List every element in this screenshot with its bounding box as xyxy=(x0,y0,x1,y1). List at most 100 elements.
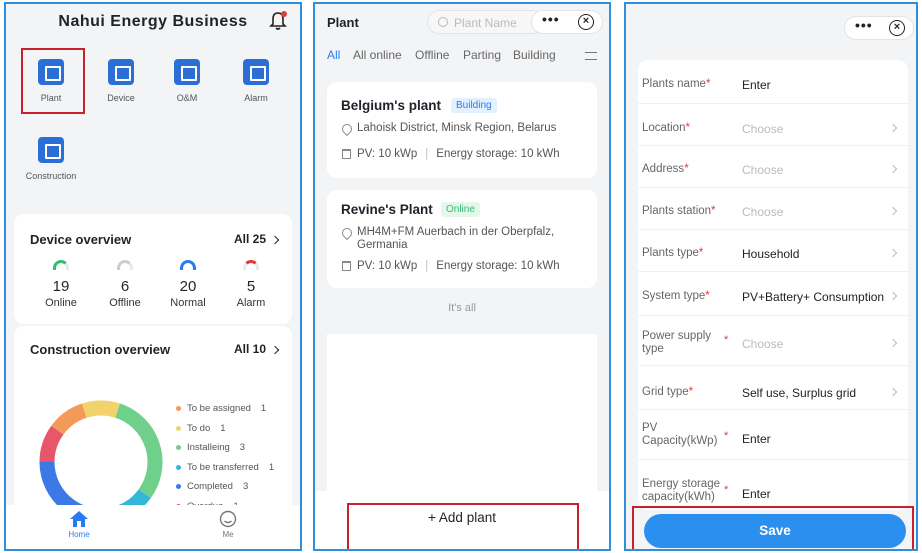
legend-dot-icon xyxy=(176,425,181,431)
power-supply-type-select[interactable]: Choose xyxy=(742,337,783,351)
plant-address: Lahoisk District, Minsk Region, Belarus xyxy=(357,122,557,134)
pv-capacity-input[interactable]: Enter xyxy=(742,432,771,446)
chevron-right-icon xyxy=(888,338,898,348)
capsule-menu: ••• × xyxy=(844,16,914,40)
field-address[interactable]: Address* Choose xyxy=(638,146,908,188)
filter-all[interactable]: All xyxy=(327,48,340,62)
plant-pv: PV: 10 kWp xyxy=(357,148,418,160)
plants-name-input[interactable]: Enter xyxy=(742,78,771,92)
filter-offline[interactable]: Offline xyxy=(415,48,449,62)
bell-icon[interactable] xyxy=(268,10,288,32)
page-title: Plant xyxy=(327,15,359,30)
form-header: ••• × xyxy=(626,4,916,54)
chevron-right-icon xyxy=(888,164,898,174)
field-plants-type[interactable]: Plants type* Household xyxy=(638,230,908,272)
close-icon[interactable]: × xyxy=(578,14,594,30)
chevron-right-icon xyxy=(888,291,898,301)
tab-me-label: Me xyxy=(222,530,234,539)
legend-item: Completed 3 xyxy=(176,477,274,497)
location-select[interactable]: Choose xyxy=(742,122,783,136)
om-icon xyxy=(174,59,200,85)
field-label: Grid type* xyxy=(642,386,694,398)
plant-capacity: PV: 10 kWp | Energy storage: 10 kWh xyxy=(357,260,560,272)
app-device[interactable]: Device xyxy=(91,59,151,103)
close-icon[interactable]: × xyxy=(889,20,905,36)
search-input[interactable]: Plant Name xyxy=(427,10,545,34)
field-pv-capacity[interactable]: PV Capacity(kWp) * Enter xyxy=(638,410,908,460)
alarm-gauge-icon xyxy=(243,260,259,270)
construction-icon xyxy=(38,137,64,163)
device-icon xyxy=(108,59,134,85)
field-label: PV Capacity(kWp) xyxy=(642,422,718,447)
chevron-right-icon[interactable] xyxy=(270,235,280,245)
field-label: System type* xyxy=(642,290,710,302)
chevron-right-icon[interactable] xyxy=(270,345,280,355)
stat-normal-value: 20 xyxy=(179,278,197,295)
plants-station-select[interactable]: Choose xyxy=(742,205,783,219)
app-construction[interactable]: Construction xyxy=(21,137,81,181)
tab-home[interactable]: Home xyxy=(54,510,104,539)
stat-online-label: Online xyxy=(45,297,77,309)
construction-legend: To be assigned 1 To do 1 Installeing 3 To b… xyxy=(176,399,274,516)
tab-me[interactable]: Me xyxy=(203,510,253,539)
capsule-menu: ••• × xyxy=(531,10,603,34)
filter-parting[interactable]: Parting xyxy=(463,48,501,62)
stat-offline: 6 Offline xyxy=(94,260,156,309)
list-blank-area xyxy=(327,334,597,494)
alarm-icon xyxy=(243,59,269,85)
app-om[interactable]: O&M xyxy=(157,59,217,103)
more-icon[interactable]: ••• xyxy=(855,17,873,33)
capacity-icon xyxy=(342,261,351,271)
location-pin-icon xyxy=(339,121,355,137)
plant-storage: Energy storage: 10 kWh xyxy=(436,260,560,272)
field-power-supply-type[interactable]: Power supply type * Choose xyxy=(638,316,908,366)
menu-icon[interactable] xyxy=(585,52,597,60)
plant-card[interactable]: Revine's Plant Online MH4M+FM Auerbach i… xyxy=(327,190,597,288)
home-icon xyxy=(70,511,88,527)
address-select[interactable]: Choose xyxy=(742,163,783,177)
field-label: Energy storage capacity(kWh) xyxy=(642,478,720,503)
plant-capacity: PV: 10 kWp | Energy storage: 10 kWh xyxy=(357,148,560,160)
field-energy-storage-capacity[interactable]: Energy storage capacity(kWh) * Enter xyxy=(638,460,908,510)
legend-label: To do xyxy=(187,422,211,434)
device-overview-all[interactable]: All 25 xyxy=(234,232,266,246)
plants-type-select[interactable]: Household xyxy=(742,247,799,261)
filter-all-online[interactable]: All online xyxy=(353,48,402,62)
capacity-icon xyxy=(342,149,351,159)
location-pin-icon xyxy=(339,225,355,241)
field-label: Plants type* xyxy=(642,247,704,259)
device-overview-card: Device overview All 25 19 Online 6 Offli… xyxy=(14,214,292,324)
field-system-type[interactable]: System type* PV+Battery+ Consumption xyxy=(638,272,908,316)
construction-overview-all[interactable]: All 10 xyxy=(234,342,266,356)
legend-count: 1 xyxy=(260,403,267,415)
tab-home-label: Home xyxy=(68,530,90,539)
plant-highlight xyxy=(21,48,85,114)
legend-label: To be transferred xyxy=(187,461,259,473)
plant-form: Plants name* Enter Location* Choose Addr… xyxy=(638,60,908,510)
app-construction-label: Construction xyxy=(25,171,77,181)
field-location[interactable]: Location* Choose xyxy=(638,104,908,146)
field-label: Location* xyxy=(642,122,690,134)
plant-form-screen: ••• × Plants name* Enter Location* Choos… xyxy=(624,2,918,551)
app-alarm[interactable]: Alarm xyxy=(226,59,286,103)
filter-building[interactable]: Building xyxy=(513,48,556,62)
plant-name: Revine's Plant xyxy=(341,202,433,217)
plant-card[interactable]: Belgium's plant Building Lahoisk Distric… xyxy=(327,82,597,178)
legend-label: Completed xyxy=(187,481,233,493)
more-icon[interactable]: ••• xyxy=(542,11,560,27)
energy-storage-input[interactable]: Enter xyxy=(742,487,771,501)
save-highlight xyxy=(632,506,914,549)
grid-type-select[interactable]: Self use, Surplus grid xyxy=(742,386,856,400)
field-grid-type[interactable]: Grid type* Self use, Surplus grid xyxy=(638,366,908,410)
field-plants-station[interactable]: Plants station* Choose xyxy=(638,188,908,230)
field-plants-name[interactable]: Plants name* Enter xyxy=(638,60,908,104)
add-plant-highlight xyxy=(347,503,579,549)
donut-segment xyxy=(39,425,64,463)
system-type-select[interactable]: PV+Battery+ Consumption xyxy=(742,290,884,304)
app-device-label: Device xyxy=(107,93,135,103)
legend-label: Installeing xyxy=(187,442,230,454)
status-badge: Online xyxy=(441,202,480,217)
stat-online: 19 Online xyxy=(30,260,92,309)
app-om-label: O&M xyxy=(176,93,198,103)
legend-item: To do 1 xyxy=(176,419,274,439)
